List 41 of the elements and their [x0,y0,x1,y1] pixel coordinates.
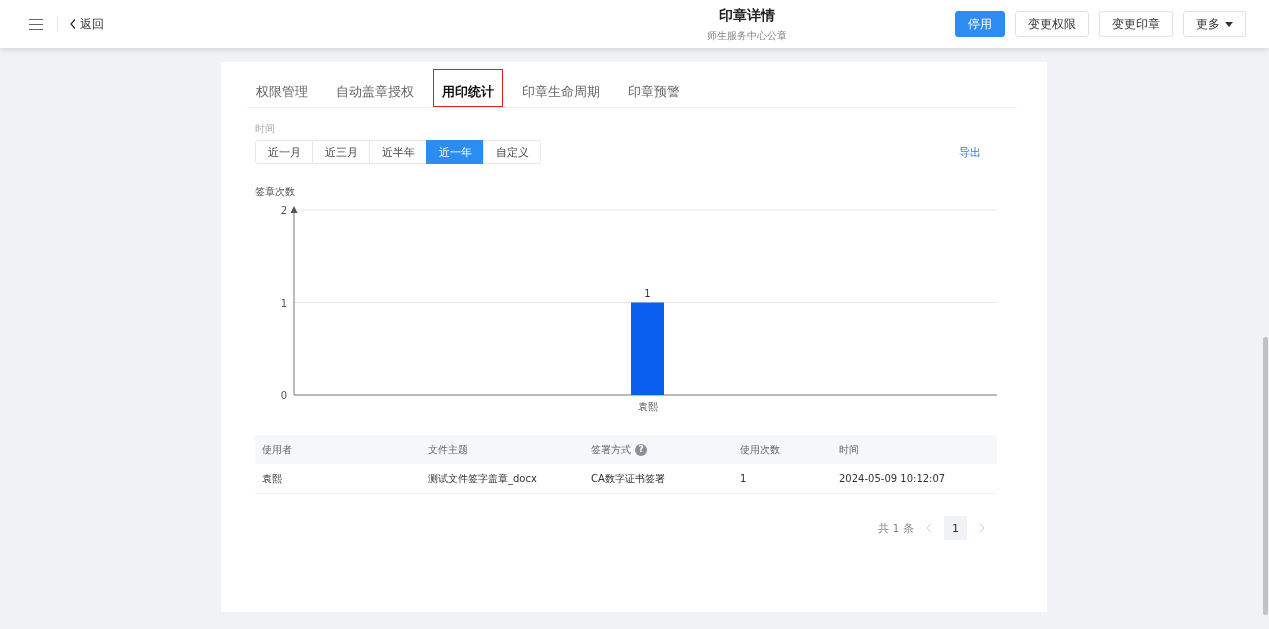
total-count: 共 1 条 [878,520,914,536]
table-cell: 1 [733,464,832,494]
action-button[interactable]: 变更权限 [1015,11,1089,37]
chevron-left-icon [70,19,76,29]
chevron-right-icon[interactable] [979,523,985,533]
y-tick-label: 0 [280,390,287,401]
action-button[interactable]: 变更印章 [1099,11,1173,37]
menu-icon[interactable] [29,18,43,30]
tab[interactable]: 权限管理 [247,69,317,107]
scrollbar-thumb[interactable] [1263,337,1268,615]
column-header: 时间 [832,435,997,464]
x-category-label: 袁熙 [637,401,658,412]
column-header: 使用次数 [733,435,832,464]
caret-icon [1225,21,1233,27]
back-link[interactable]: 返回 [70,15,104,33]
table-cell: CA数字证书签署 [584,464,733,494]
filter-label: 时间 [255,122,276,136]
time-range-option[interactable]: 自定义 [483,140,541,164]
time-range-option[interactable]: 近半年 [369,140,427,164]
y-tick-label: 1 [280,297,287,309]
time-range-option[interactable]: 近三月 [312,140,370,164]
more-button[interactable]: 更多 [1183,11,1246,37]
tab[interactable]: 用印统计 [433,69,503,107]
chevron-left-icon[interactable] [926,523,932,533]
export-link[interactable]: 导出 [959,144,981,160]
column-header: 签署方式 ? [584,435,733,464]
page-subtitle: 师生服务中心公章 [706,29,788,43]
page-title: 印章详情 [718,7,776,25]
table-cell: 测试文件签字盖章_docx [421,464,584,494]
table-cell: 袁熙 [255,464,421,494]
tab[interactable]: 自动盖章授权 [327,69,423,107]
column-header: 使用者 [255,435,421,464]
data-label: 1 [644,287,651,299]
y-tick-label: 2 [280,205,287,216]
tab[interactable]: 印章生命周期 [513,69,609,107]
column-header: 文件主题 [421,435,584,464]
y-axis-title: 签章次数 [255,186,295,197]
time-range-option[interactable]: 近一月 [255,140,313,164]
page-button[interactable]: 1 [944,516,967,540]
table-cell: 2024-05-09 10:12:07 [832,464,997,494]
tab[interactable]: 印章预警 [619,69,689,107]
